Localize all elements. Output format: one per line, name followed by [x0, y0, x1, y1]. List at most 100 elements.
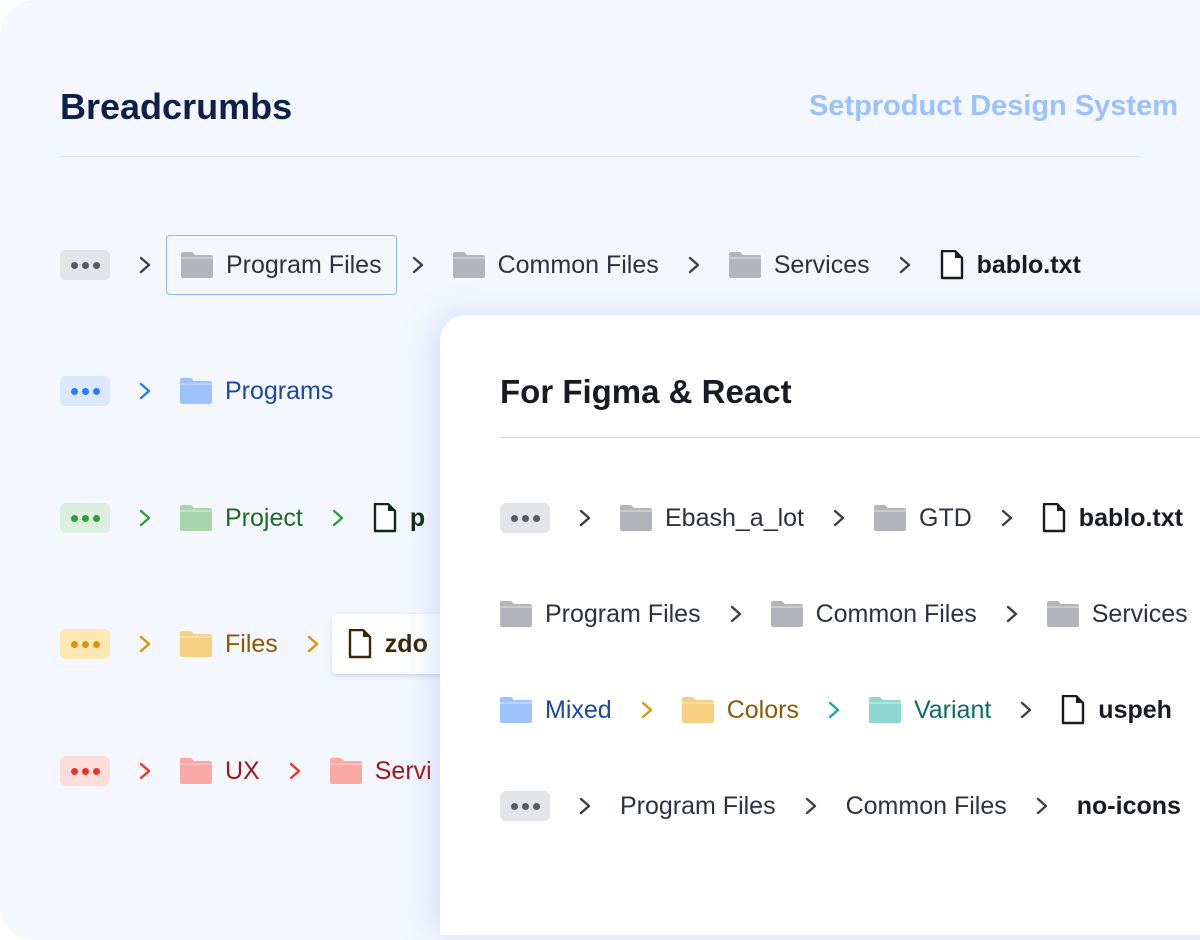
- folder-icon: [500, 697, 532, 723]
- folder-icon: [180, 505, 212, 531]
- ellipsis-button[interactable]: [60, 376, 110, 406]
- dot-icon: [522, 803, 529, 810]
- dot-icon: [511, 515, 518, 522]
- dot-icon: [511, 803, 518, 810]
- file-icon: [1061, 695, 1085, 725]
- dot-icon: [82, 641, 89, 648]
- breadcrumb-label: Mixed: [545, 696, 612, 725]
- ellipsis-button[interactable]: [500, 791, 550, 821]
- dot-icon: [71, 768, 78, 775]
- breadcrumb-item[interactable]: Variant: [869, 696, 991, 725]
- folder-icon: [1047, 601, 1079, 627]
- breadcrumb-row-red: UX Servi: [60, 751, 432, 791]
- folder-icon: [453, 252, 485, 278]
- breadcrumb-item[interactable]: Colors: [682, 696, 799, 725]
- panel-breadcrumb-row: Program Files Common Files Services: [500, 594, 1188, 634]
- dot-icon: [93, 641, 100, 648]
- folder-icon: [620, 505, 652, 531]
- breadcrumb-item[interactable]: Program Files: [500, 600, 701, 629]
- ellipsis-button[interactable]: [60, 250, 110, 280]
- breadcrumb-item[interactable]: Program Files: [166, 235, 397, 295]
- chevron-right-icon: [578, 508, 592, 528]
- breadcrumb-label: bablo.txt: [1079, 504, 1183, 533]
- panel-breadcrumb-row: Program Files Common Files no-icons: [500, 786, 1181, 826]
- chevron-right-icon: [1005, 604, 1019, 624]
- dot-icon: [93, 388, 100, 395]
- chevron-right-icon: [138, 381, 152, 401]
- breadcrumb-item[interactable]: Program Files: [620, 792, 776, 821]
- breadcrumb-label: UX: [225, 757, 260, 786]
- dot-icon: [82, 388, 89, 395]
- chevron-right-icon: [138, 508, 152, 528]
- breadcrumb-label: Colors: [727, 696, 799, 725]
- dot-icon: [93, 768, 100, 775]
- dot-icon: [71, 515, 78, 522]
- ellipsis-button[interactable]: [60, 629, 110, 659]
- folder-icon: [729, 252, 761, 278]
- breadcrumb-row-blue: Programs: [60, 371, 333, 411]
- breadcrumb-item[interactable]: GTD: [874, 504, 972, 533]
- breadcrumb-label: Common Files: [498, 251, 659, 280]
- folder-icon: [330, 758, 362, 784]
- folder-icon: [874, 505, 906, 531]
- breadcrumb-item[interactable]: bablo.txt: [1042, 503, 1183, 533]
- breadcrumb-item[interactable]: Ebash_a_lot: [620, 504, 804, 533]
- chevron-right-icon: [138, 761, 152, 781]
- breadcrumb-item[interactable]: bablo.txt: [940, 250, 1081, 280]
- breadcrumb-item[interactable]: Servi: [330, 757, 432, 786]
- panel-divider: [500, 437, 1200, 438]
- breadcrumb-row-gray: Program Files Common Files Services bablo.t…: [60, 245, 1081, 285]
- breadcrumb-item[interactable]: Services: [1047, 600, 1188, 629]
- breadcrumb-label: Servi: [375, 757, 432, 786]
- figma-react-panel: For Figma & React Ebash_a_lot GTD bablo.tx…: [440, 315, 1200, 935]
- breadcrumb-item[interactable]: UX: [180, 757, 260, 786]
- breadcrumb-item[interactable]: Project: [180, 504, 303, 533]
- chevron-right-icon: [827, 700, 841, 720]
- folder-icon: [180, 631, 212, 657]
- breadcrumb-item[interactable]: Programs: [180, 377, 333, 406]
- dot-icon: [82, 515, 89, 522]
- chevron-right-icon: [578, 796, 592, 816]
- breadcrumb-item[interactable]: Files: [180, 630, 278, 659]
- breadcrumb-item[interactable]: Common Files: [846, 792, 1007, 821]
- chevron-right-icon: [687, 255, 701, 275]
- breadcrumb-row-yellow: Files zdo: [60, 624, 428, 664]
- chevron-right-icon: [1035, 796, 1049, 816]
- folder-icon: [771, 601, 803, 627]
- chevron-right-icon: [729, 604, 743, 624]
- breadcrumb-item[interactable]: zdo: [332, 614, 444, 674]
- ellipsis-button[interactable]: [60, 503, 110, 533]
- breadcrumb-label: Services: [774, 251, 870, 280]
- breadcrumb-item[interactable]: Common Files: [771, 600, 977, 629]
- panel-title: For Figma & React: [500, 373, 792, 411]
- chevron-right-icon: [138, 634, 152, 654]
- dot-icon: [71, 641, 78, 648]
- breadcrumb-item[interactable]: uspeh: [1061, 695, 1172, 725]
- chevron-right-icon: [306, 634, 320, 654]
- file-icon: [940, 250, 964, 280]
- breadcrumb-item[interactable]: Services: [729, 251, 870, 280]
- ellipsis-button[interactable]: [60, 756, 110, 786]
- ellipsis-button[interactable]: [500, 503, 550, 533]
- breadcrumb-item[interactable]: no-icons: [1077, 792, 1181, 821]
- breadcrumb-item[interactable]: p: [373, 503, 425, 533]
- dot-icon: [93, 262, 100, 269]
- panel-breadcrumb-row: Mixed Colors Variant uspeh: [500, 690, 1172, 730]
- breadcrumb-label: Program Files: [620, 792, 776, 821]
- folder-icon: [180, 758, 212, 784]
- breadcrumb-label: uspeh: [1098, 696, 1172, 725]
- breadcrumb-item[interactable]: Common Files: [453, 251, 659, 280]
- chevron-right-icon: [804, 796, 818, 816]
- breadcrumb-item[interactable]: Mixed: [500, 696, 612, 725]
- breadcrumb-label: GTD: [919, 504, 972, 533]
- chevron-right-icon: [1000, 508, 1014, 528]
- dot-icon: [93, 515, 100, 522]
- dot-icon: [522, 515, 529, 522]
- chevron-right-icon: [138, 255, 152, 275]
- breadcrumb-label: zdo: [385, 630, 428, 659]
- dot-icon: [71, 388, 78, 395]
- breadcrumb-label: Common Files: [816, 600, 977, 629]
- folder-icon: [500, 601, 532, 627]
- breadcrumb-label: Program Files: [226, 251, 382, 280]
- dot-icon: [82, 768, 89, 775]
